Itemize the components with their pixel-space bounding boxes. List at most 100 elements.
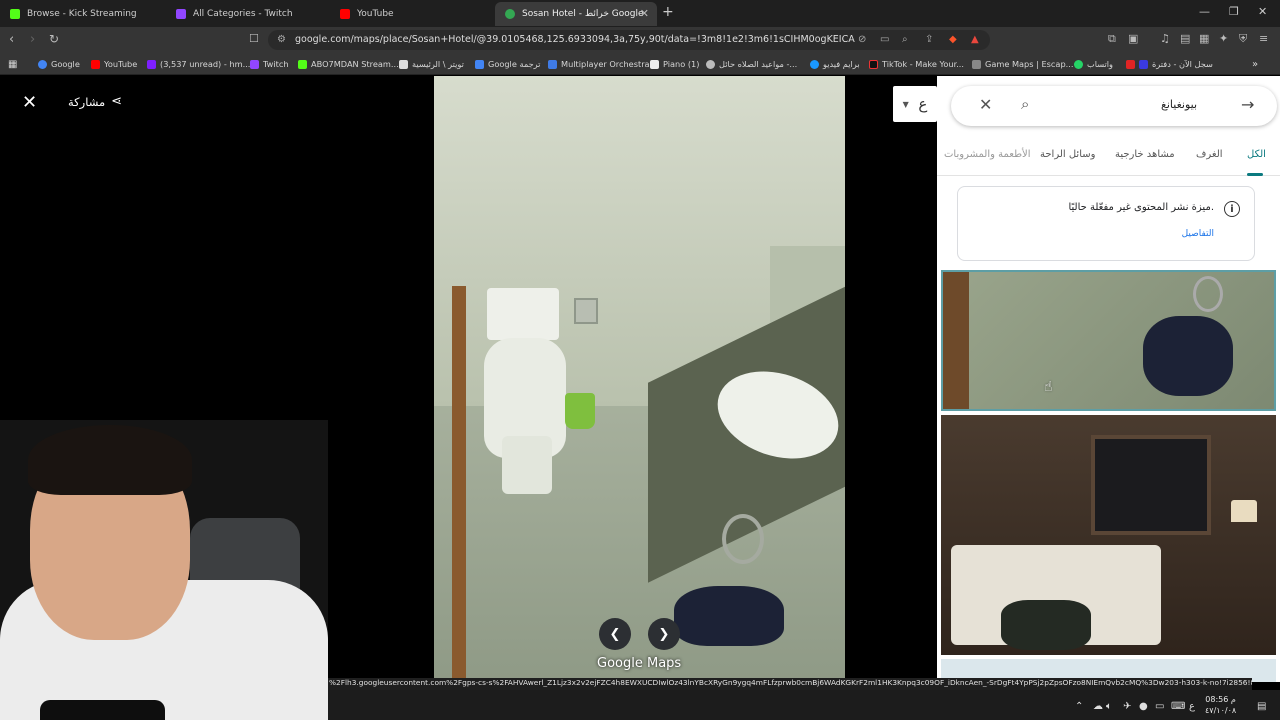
bookmark-label: TikTok - Make Your... [882,59,964,69]
reload-icon[interactable]: ↻ [49,32,59,46]
restore-icon[interactable]: ❐ [1229,5,1239,18]
tab-youtube[interactable]: YouTube [330,2,496,26]
close-tab-icon[interactable]: ✕ [640,7,649,20]
prime-video-icon [810,59,819,69]
input-language-icon[interactable]: ع [1189,701,1195,712]
bookmark-twitch[interactable]: Twitch [250,58,289,70]
bookmark-piano[interactable]: Piano (1) [650,58,699,70]
bookmark-prayer-times[interactable]: مواعيد الصلاه حائل -... [706,58,797,70]
details-link[interactable]: التفاصيل [1182,229,1214,239]
more-bookmarks-icon[interactable]: » [1252,58,1258,70]
telegram-icon[interactable]: ✈ [1123,701,1131,712]
thumb-door [943,272,969,409]
bookmark-youtube[interactable]: YouTube [91,58,137,70]
tab-kick[interactable]: Browse - Kick Streaming [0,2,166,26]
extensions-icon[interactable]: ⧉ [1108,32,1116,46]
zoom-icon[interactable]: ⌕ [902,34,908,45]
tab-title: All Categories - Twitch [193,9,293,19]
search-box[interactable]: → بيونغيانغ ⌕ ✕ [951,86,1277,126]
bookmark-whatsapp[interactable]: واتساب [1074,58,1113,70]
photo-slippers [674,586,784,646]
tiktok-icon [869,59,878,69]
volume-icon[interactable]: 🔈︎ [1106,701,1112,712]
search-icon[interactable]: ⌕ [1021,95,1029,113]
microphone-icon[interactable]: ● [1139,701,1148,712]
language-label: ع [918,95,928,113]
site-info-icon[interactable]: ⚙ [277,34,286,45]
media-icon[interactable]: ♫ [1160,32,1170,45]
tab-title: Sosan Hotel - خرائط Google [522,9,644,19]
apps-icon[interactable]: ▦ [8,58,17,70]
bookmark-label: مواعيد الصلاه حائل -... [719,59,798,69]
photo-thumbnail[interactable] [941,415,1276,655]
tab-google-maps[interactable]: Sosan Hotel - خرائط Google ✕ [495,2,657,26]
next-photo-button[interactable]: ❯ [648,618,680,650]
language-toggle-button[interactable]: ▼ ع [893,86,937,122]
close-viewer-icon[interactable]: ✕ [22,92,37,113]
tab-food-drinks[interactable]: الأطعمة والمشروبات [944,149,1031,160]
bookmark-tiktok[interactable]: TikTok - Make Your... [869,58,964,70]
clear-search-icon[interactable]: ✕ [979,95,992,114]
bookmark-kick-stream[interactable]: ABO7MDAN Stream... [298,58,399,70]
photos-side-panel: → بيونغيانغ ⌕ ✕ الكل الغرف مشاهد خارجية … [937,76,1280,682]
notice-message: ميزة نشر المحتوى غير مفعّلة حاليًا. [1068,202,1214,213]
bookmark-icon[interactable]: ☐ [249,32,259,45]
twitch-favicon-icon [176,9,186,19]
tab-all[interactable]: الكل [1247,149,1266,160]
photo-bin [565,393,595,429]
forward-icon[interactable]: › [30,32,35,47]
back-icon[interactable]: ‹ [9,32,14,47]
bookmark-orchestra[interactable]: Multiplayer Orchestra [548,58,650,70]
webcam-microphone [40,700,165,720]
whatsapp-icon [1074,59,1083,69]
taskbar-clock[interactable]: 08:56 م ٤٧/١٠/٠٨ [1205,694,1236,716]
bookmark-prime-video[interactable]: برايم فيديو [810,58,860,70]
tab-amenities[interactable]: وسائل الراحة [1040,149,1095,160]
minimize-icon[interactable]: — [1199,5,1210,18]
previous-photo-button[interactable]: ❮ [599,618,631,650]
new-tab-icon[interactable]: + [662,4,674,20]
bookmark-daftra[interactable]: سجل الآن - دفترة [1126,58,1213,70]
menu-icon[interactable]: ≡ [1259,32,1268,45]
share-button[interactable]: مشاركة ⋖ [68,94,122,109]
clock-date: ٤٧/١٠/٠٨ [1205,706,1237,715]
chevron-up-icon[interactable]: ⌃ [1075,701,1083,712]
tab-exterior[interactable]: مشاهد خارجية [1115,149,1175,160]
brave-shield-icon[interactable]: ◆ [949,34,957,45]
wallet-icon[interactable]: ▦ [1199,32,1209,45]
photo-paper-holder [574,298,598,324]
bookmark-game-maps[interactable]: Game Maps | Escap... [972,58,1073,70]
bookmark-label: YouTube [104,59,138,69]
kick-icon [298,59,307,69]
tab-twitch[interactable]: All Categories - Twitch [166,2,332,26]
hand-cursor-icon: ☝ [1044,379,1053,395]
share-page-icon[interactable]: ⇪ [925,34,933,45]
bookmark-twitter[interactable]: تويتر \ الرئيسية [399,58,464,70]
screenshot-icon[interactable]: ▣ [1128,32,1138,45]
youtube-icon [1126,59,1135,69]
window-close-icon[interactable]: ✕ [1258,5,1267,18]
vpn-icon[interactable]: ⛨ [1239,32,1247,46]
location-blocked-icon[interactable]: ⊘ [858,34,866,45]
bookmark-label: Multiplayer Orchestra [561,59,650,69]
arrow-back-icon[interactable]: → [1241,95,1254,114]
bookmark-translate[interactable]: Google ترجمة [475,58,540,70]
bookmark-google[interactable]: Google [38,58,80,70]
photo-towel-ring [722,514,764,564]
thumb-window [1091,435,1211,535]
bookmark-mail[interactable]: (3,537 unread) - hm... [147,58,250,70]
google-icon [38,59,47,69]
search-input[interactable]: بيونغيانغ [1161,98,1197,111]
daftra-icon [1139,59,1148,69]
brave-rewards-icon[interactable]: ▲ [971,34,979,45]
notifications-icon[interactable]: ▤ [1257,701,1266,712]
photo-thumbnail-selected[interactable] [941,270,1276,411]
monitor-icon[interactable]: ▭ [1155,701,1164,712]
address-bar[interactable]: ⚙ google.com/maps/place/Sosan+Hotel/@39.… [268,30,990,50]
cast-icon[interactable]: ▭ [880,34,889,45]
sidebar-icon[interactable]: ▤ [1180,32,1190,45]
tab-rooms[interactable]: الغرف [1196,149,1223,160]
keyboard-icon[interactable]: ⌨ [1171,701,1185,712]
network-icon[interactable]: ☁ [1093,701,1103,712]
leo-ai-icon[interactable]: ✦ [1219,32,1228,45]
